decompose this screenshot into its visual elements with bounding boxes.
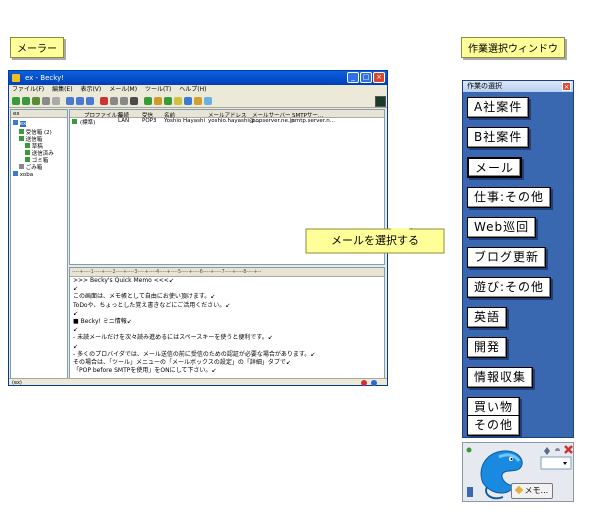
profile-icon — [72, 119, 77, 124]
menu-view[interactable]: 表示(V) — [80, 86, 101, 93]
search-icon[interactable] — [184, 97, 192, 105]
folder-tree: ex ex 受信箱 (2) 送信箱 草稿 送信済み ゴミ箱 ごみ箱 xoba — [10, 109, 68, 379]
sent-icon — [25, 150, 30, 155]
task-window-label: 作業選択ウィンドウ — [461, 37, 565, 58]
send-receive-icon[interactable] — [22, 97, 30, 105]
task-button-dev[interactable]: 開発 — [467, 337, 508, 358]
task-titlebar: 作業の選択 × — [463, 81, 573, 92]
cell-smtp: smtp.server.n... — [292, 118, 336, 124]
online-icon[interactable] — [371, 380, 377, 386]
drafts-icon — [25, 143, 30, 148]
cell-profile: (標準) — [80, 120, 96, 126]
memo-line: ToDoや、ちょっとした覚え書きなどにご活用ください。↙ — [73, 301, 231, 309]
memo-line: この画面は、メモ帳として自由にお使い頂けます。↙ — [73, 293, 216, 301]
menu-file[interactable]: ファイル(F) — [12, 86, 44, 93]
status-bar: (ex) — [9, 378, 387, 386]
memo-line: - 未読メールだけを次々読み進めるにはスペースキーを使うと便利です。↙ — [73, 334, 273, 342]
folder-root-xoba[interactable]: xoba — [13, 171, 33, 178]
close-button[interactable]: × — [373, 72, 385, 83]
prev-icon[interactable] — [110, 97, 118, 105]
task-button-work-other[interactable]: 仕事:その他 — [467, 187, 552, 208]
task-button-mail[interactable]: メール — [467, 157, 523, 178]
cell-name: Yoshio Hayashi — [164, 118, 205, 124]
memo-line: ↙ — [73, 309, 79, 317]
help-icon[interactable] — [204, 97, 212, 105]
window-title: ex - Becky! — [25, 74, 65, 82]
folder-label: xoba — [19, 172, 34, 178]
pencil-icon — [514, 485, 524, 495]
next-icon[interactable] — [120, 97, 128, 105]
menu-mail[interactable]: メール(M) — [109, 86, 137, 93]
app-icon — [12, 74, 20, 82]
toolbar — [9, 95, 387, 108]
maximize-button[interactable]: □ — [360, 72, 372, 83]
folder-header: ex — [11, 110, 67, 118]
task-close-button[interactable]: × — [562, 82, 571, 91]
print-icon[interactable] — [42, 97, 50, 105]
trash-icon — [25, 157, 30, 162]
inbox-icon — [19, 129, 24, 134]
cell-connection: LAN — [118, 118, 130, 124]
task-button-company-a[interactable]: A社案件 — [467, 97, 530, 118]
task-select-window: 作業の選択 × A社案件 B社案件 メール 仕事:その他 Web巡回 ブログ更新… — [462, 80, 574, 438]
callout-joint — [391, 228, 409, 231]
memo-line: ■ Becky! ミニ情報↙ — [73, 318, 132, 326]
reply-icon[interactable] — [76, 97, 84, 105]
delete-icon[interactable] — [52, 97, 60, 105]
memo-button[interactable]: メモ... — [511, 483, 554, 499]
task-button-blog[interactable]: ブログ更新 — [467, 247, 547, 268]
sort-icon[interactable] — [164, 97, 172, 105]
task-button-play-other[interactable]: 遊び:その他 — [467, 277, 552, 298]
memo-button-label: メモ... — [524, 486, 549, 495]
setup-icon[interactable] — [194, 97, 202, 105]
memo-line: - 多くのプロバイダでは、メール送信の前に受信のための認証が必要な場合があります… — [73, 350, 316, 358]
folder-label: ex — [19, 121, 27, 127]
mailbox-icon — [13, 171, 18, 176]
folder-icon[interactable] — [174, 97, 182, 105]
callout-text: メールを選択する — [331, 234, 419, 247]
minimize-button[interactable]: _ — [347, 72, 359, 83]
task-button-web[interactable]: Web巡回 — [467, 217, 537, 238]
task-title-text: 作業の選択 — [467, 82, 502, 90]
status-text: (ex) — [12, 380, 22, 386]
offline-icon[interactable] — [361, 380, 367, 386]
memo-line: >>> Becky's Quick Memo <<<↙ — [73, 277, 174, 284]
menu-help[interactable]: ヘルプ(H) — [179, 86, 206, 93]
folder-trash[interactable]: ごみ箱 — [19, 163, 42, 171]
trash-can-icon — [19, 164, 24, 169]
folder-root-ex[interactable]: ex — [13, 120, 27, 127]
menu-tools[interactable]: ツール(T) — [145, 86, 171, 93]
cell-server: popserver.ne.jp — [252, 118, 295, 124]
task-button-info[interactable]: 情報収集 — [467, 367, 534, 388]
table-row[interactable]: (標準) LAN POP3 Yoshio Hayashi yoshio.haya… — [70, 118, 384, 126]
mascot-widget: メモ... — [462, 442, 574, 502]
filter-icon[interactable] — [144, 97, 152, 105]
task-button-other[interactable]: その他 — [467, 415, 521, 436]
becky-titlebar: ex - Becky! _ □ × — [9, 71, 387, 85]
mailer-label: メーラー — [10, 37, 64, 58]
memo-line: ↙ — [73, 342, 79, 350]
flag-icon[interactable] — [130, 97, 138, 105]
stop-icon[interactable] — [100, 97, 108, 105]
send-icon[interactable] — [32, 97, 40, 105]
task-button-company-b[interactable]: B社案件 — [467, 127, 530, 148]
outbox-icon — [19, 136, 24, 141]
task-button-english[interactable]: 英語 — [467, 307, 508, 328]
menu-edit[interactable]: 編集(E) — [52, 86, 72, 93]
mailbox-icon — [13, 120, 18, 125]
forward-icon[interactable] — [86, 97, 94, 105]
list-header: プロファイル名 接続 受信 名前 メールアドレス メールサーバー SMTPサー.… — [70, 110, 384, 119]
plugin-icon[interactable] — [375, 96, 386, 107]
quick-memo[interactable]: ----+----1----+----2----+----3----+----4… — [69, 267, 385, 379]
memo-line: 「POP before SMTPを使用」をONにして下さい。↙ — [73, 367, 217, 375]
cell-receive: POP3 — [142, 118, 157, 124]
compose-icon[interactable] — [66, 97, 74, 105]
address-book-icon[interactable] — [154, 97, 162, 105]
receive-icon[interactable] — [12, 97, 20, 105]
memo-line: その場合は、「ツール」メニューの「メールボックスの設定」の「詳細」タブで↙ — [73, 359, 291, 367]
menu-bar: ファイル(F) 編集(E) 表示(V) メール(M) ツール(T) ヘルプ(H) — [9, 85, 387, 95]
ruler: ----+----1----+----2----+----3----+----4… — [70, 268, 384, 277]
